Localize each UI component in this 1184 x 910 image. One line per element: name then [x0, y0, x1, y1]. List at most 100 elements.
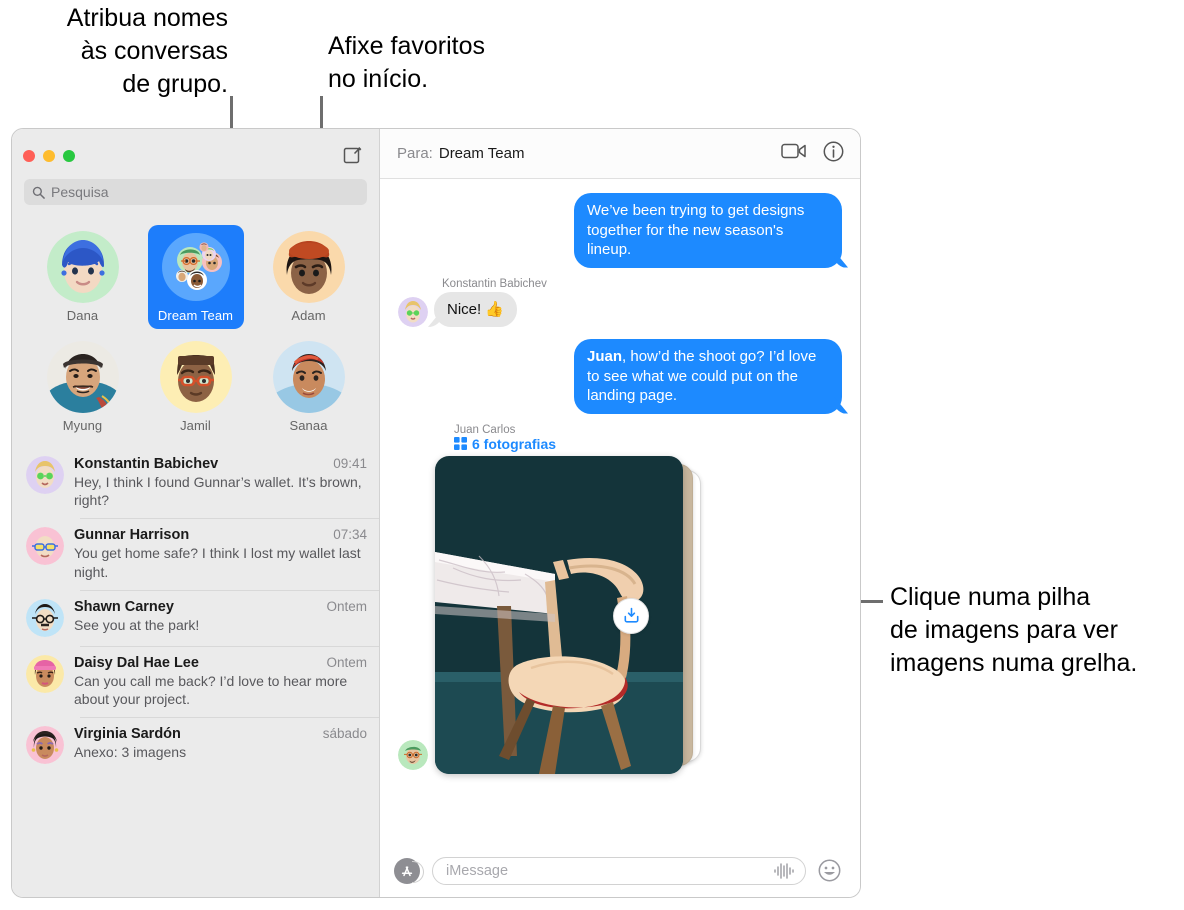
conversation-row[interactable]: Daisy Dal Hae Lee Ontem Can you call me …	[12, 645, 379, 717]
conversation-body: Gunnar Harrison 07:34 You get home safe?…	[74, 527, 367, 580]
message-text: , how’d the shoot go? I’d love to see wh…	[587, 348, 817, 404]
sidebar: Pesquisa Dana Dream Team Adam Myung Jami…	[12, 129, 380, 897]
chat-header: Para: Dream Team	[380, 129, 860, 179]
avatar-dream-team	[160, 231, 232, 303]
compose-button[interactable]	[341, 143, 365, 167]
conversation-body: Virginia Sardón sábado Anexo: 3 imagens	[74, 726, 367, 761]
search-placeholder: Pesquisa	[51, 184, 109, 200]
download-button[interactable]	[613, 597, 649, 634]
message-thread: We’ve been trying to get designs togethe…	[380, 179, 860, 845]
chat-pane: Para: Dream Team We’ve been trying to ge…	[380, 129, 860, 897]
avatar	[26, 456, 64, 494]
conversation-row[interactable]: Konstantin Babichev 09:41 Hey, I think I…	[12, 447, 379, 518]
facetime-button[interactable]	[781, 142, 807, 165]
conversation-time: Ontem	[326, 598, 367, 614]
close-button[interactable]	[23, 150, 35, 162]
message-composer: iMessage	[380, 845, 860, 897]
download-icon	[624, 607, 638, 623]
pin-jamil[interactable]: Jamil	[148, 335, 244, 439]
conversation-preview: Can you call me back? I’d love to hear m…	[74, 672, 348, 707]
conversation-name: Gunnar Harrison	[74, 527, 190, 544]
message-row-outgoing: Juan, how’d the shoot go? I’d love to se…	[398, 339, 842, 414]
photo-stack-row	[398, 455, 842, 776]
pin-label: Dream Team	[157, 308, 234, 323]
message-bubble[interactable]: Juan, how’d the shoot go? I’d love to se…	[574, 339, 842, 414]
chat-header-actions	[781, 141, 844, 167]
smiley-icon	[818, 859, 841, 882]
conversation-preview: Anexo: 3 imagens	[74, 744, 187, 761]
photo-count-link[interactable]: 6 fotografias	[454, 436, 842, 452]
compose-icon	[343, 147, 362, 164]
conversation-name: Daisy Dal Hae Lee	[74, 654, 199, 671]
conversation-name: Konstantin Babichev	[74, 456, 219, 472]
pin-dana[interactable]: Dana	[35, 225, 131, 329]
apps-button[interactable]	[394, 858, 424, 884]
callout-pin-favorites: Afixe favoritos no início.	[328, 32, 486, 93]
conversation-row[interactable]: Gunnar Harrison 07:34 You get home safe?…	[12, 518, 379, 589]
mention: Juan	[587, 348, 623, 365]
conversation-body: Daisy Dal Hae Lee Ontem Can you call me …	[74, 655, 367, 708]
screenshot-stage: Atribua nomes às conversas de grupo. Afi…	[0, 0, 1184, 910]
pin-myung[interactable]: Myung	[35, 335, 131, 439]
emoji-button[interactable]	[818, 859, 842, 883]
conversation-time: 09:41	[333, 456, 367, 471]
pin-sanaa[interactable]: Sanaa	[261, 335, 357, 439]
pin-label: Adam	[291, 308, 326, 323]
details-button[interactable]	[823, 141, 844, 167]
callout-group-names: Atribua nomes às conversas de grupo.	[66, 4, 228, 98]
avatar	[26, 527, 64, 566]
video-camera-icon	[781, 143, 806, 159]
conversation-preview: See you at the park!	[74, 616, 200, 633]
attachment-sender: Juan Carlos	[454, 423, 516, 436]
zoom-button[interactable]	[63, 150, 75, 162]
avatar-sanaa	[272, 341, 345, 413]
conversation-row[interactable]: Virginia Sardón sábado Anexo: 3 imagens	[12, 717, 379, 773]
pin-label: Dana	[66, 308, 99, 323]
audio-waveform-icon[interactable]	[773, 862, 795, 880]
conversation-body: Konstantin Babichev 09:41 Hey, I think I…	[74, 456, 367, 509]
search-icon	[32, 186, 45, 199]
message-row-incoming: Nice! 👍	[398, 291, 842, 327]
callout-photo-stack: Clique numa pilha de imagens para ver im…	[890, 583, 1138, 677]
pinned-conversations: Dana Dream Team Adam Myung Jamil Sanaa	[12, 215, 379, 447]
photo-count-label: 6 fotografias	[472, 435, 557, 452]
grid-2x2-icon	[454, 437, 467, 450]
message-placeholder: iMessage	[446, 863, 509, 879]
message-bubble[interactable]: We’ve been trying to get designs togethe…	[574, 193, 842, 268]
pin-label: Myung	[62, 418, 103, 433]
conversation-row[interactable]: Shawn Carney Ontem See you at the park!	[12, 589, 379, 646]
avatar	[26, 654, 64, 693]
message-row-outgoing: We’ve been trying to get designs togethe…	[398, 193, 842, 268]
conversation-body: Shawn Carney Ontem See you at the park!	[74, 599, 367, 634]
avatar	[26, 726, 64, 765]
photo-stack[interactable]	[435, 455, 703, 776]
search-container: Pesquisa	[12, 179, 379, 215]
traffic-lights	[23, 150, 75, 162]
conversation-preview: You get home safe? I think I lost my wal…	[74, 545, 361, 580]
app-store-icon	[401, 866, 413, 877]
pin-dream-team[interactable]: Dream Team	[147, 225, 244, 329]
chat-recipient[interactable]: Dream Team	[439, 145, 525, 162]
avatar-jamil	[159, 341, 232, 413]
window-titlebar	[12, 129, 379, 179]
message-group-incoming: Konstantin Babichev Nice! 👍	[398, 277, 842, 327]
avatar-myung	[46, 341, 119, 413]
conversation-preview: Hey, I think I found Gunnar’s wallet. It…	[74, 474, 362, 509]
conversation-list: Konstantin Babichev 09:41 Hey, I think I…	[12, 447, 379, 897]
messages-window: Pesquisa Dana Dream Team Adam Myung Jami…	[11, 128, 861, 898]
message-sender: Konstantin Babichev	[442, 277, 547, 290]
minimize-button[interactable]	[43, 150, 55, 162]
info-circle-icon	[823, 141, 844, 161]
pin-label: Sanaa	[289, 418, 328, 433]
avatar	[26, 598, 64, 637]
pin-adam[interactable]: Adam	[261, 225, 357, 329]
message-input[interactable]: iMessage	[432, 857, 806, 885]
message-bubble[interactable]: Nice! 👍	[434, 291, 518, 327]
to-label: Para:	[397, 145, 433, 162]
conversation-time: sábado	[322, 726, 367, 742]
search-input[interactable]: Pesquisa	[24, 179, 367, 205]
conversation-time: Ontem	[326, 654, 367, 670]
photo-attachment: Juan Carlos 6 fotografias	[398, 424, 842, 776]
avatar-dana	[46, 231, 119, 303]
conversation-time: 07:34	[333, 527, 367, 543]
